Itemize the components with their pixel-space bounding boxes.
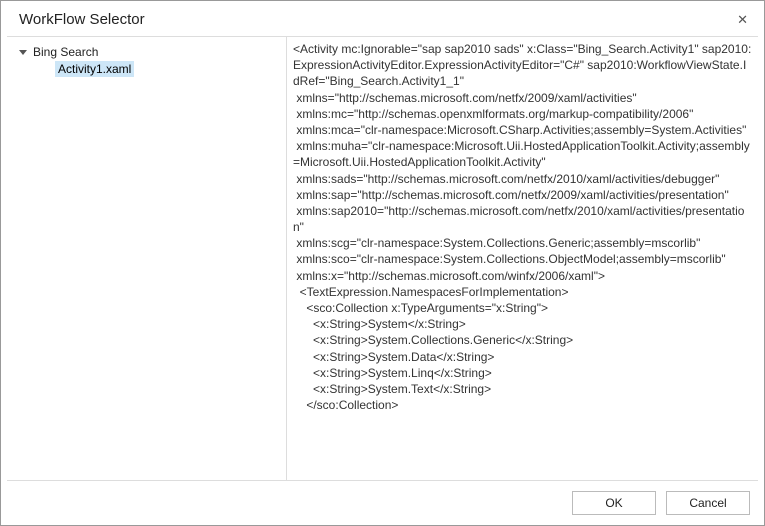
tree-child-item[interactable]: Activity1.xaml [55,61,134,77]
tree-root-label: Bing Search [33,45,98,59]
tree-child-wrap: Activity1.xaml [11,61,282,77]
close-icon[interactable]: ✕ [733,11,752,28]
cancel-button[interactable]: Cancel [666,491,750,515]
xaml-content-pane[interactable]: <Activity mc:Ignorable="sap sap2010 sads… [287,37,758,480]
dialog-title: WorkFlow Selector [19,11,145,28]
tree-pane[interactable]: Bing Search Activity1.xaml [7,37,287,480]
button-bar: OK Cancel [1,481,764,525]
title-bar: WorkFlow Selector ✕ [1,1,764,36]
workflow-selector-dialog: WorkFlow Selector ✕ Bing Search Activity… [0,0,765,526]
expander-icon[interactable] [19,50,27,55]
tree-root-item[interactable]: Bing Search [11,43,282,61]
content-area: Bing Search Activity1.xaml <Activity mc:… [7,36,758,481]
ok-button[interactable]: OK [572,491,656,515]
